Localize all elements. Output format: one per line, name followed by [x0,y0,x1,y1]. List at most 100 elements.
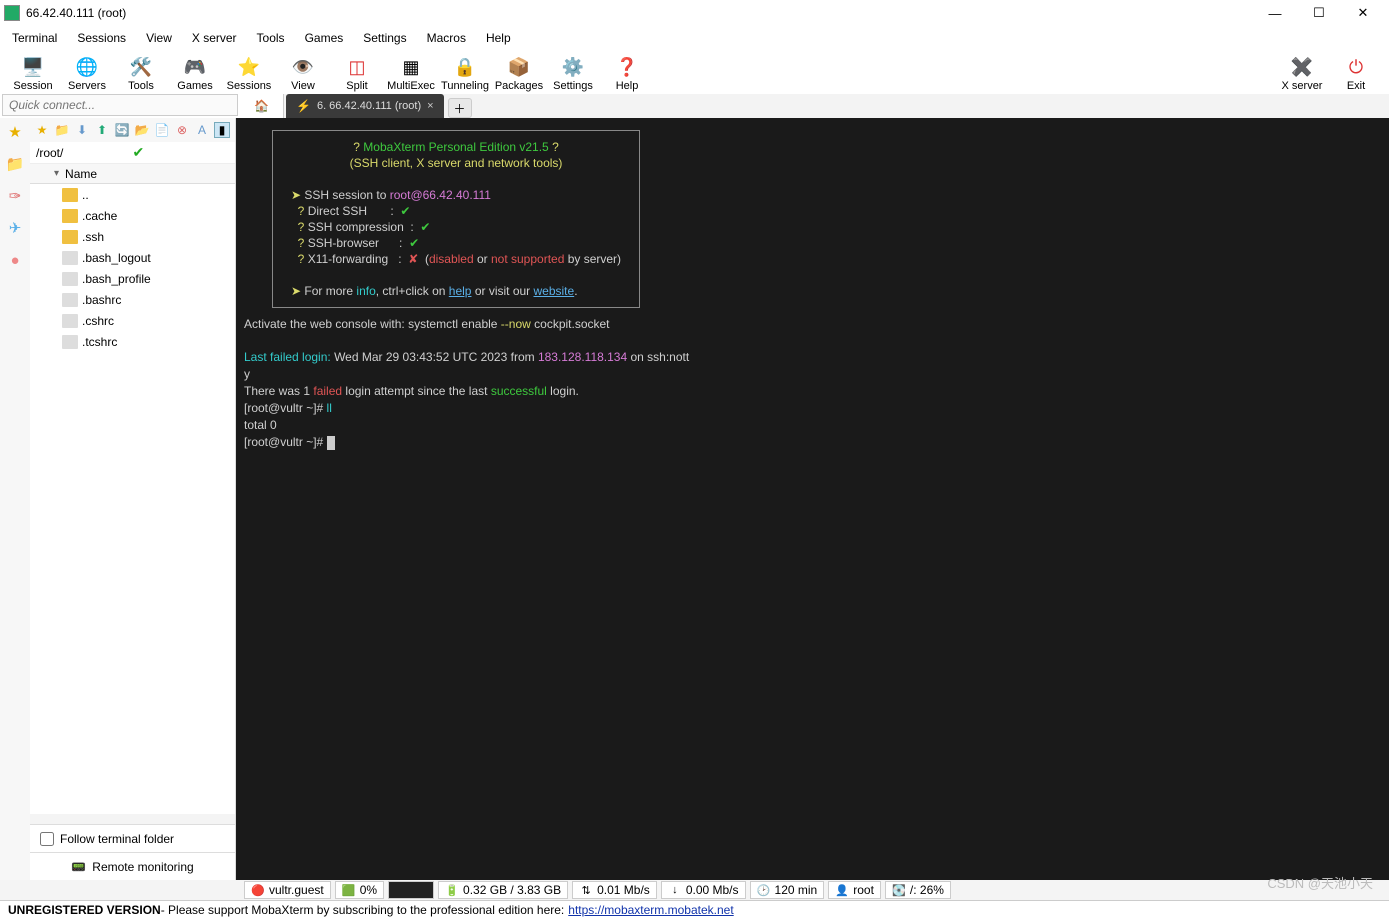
rail-macro-icon[interactable]: ✑ [5,186,25,206]
monitor-icon: 🖥️ [21,55,45,79]
status-disk[interactable]: 💽/: 26% [885,881,951,899]
folder-icon [62,188,78,202]
menu-terminal[interactable]: Terminal [2,28,67,48]
menu-view[interactable]: View [136,28,182,48]
up-icon: ⇅ [579,884,593,896]
sb-toggle-icon[interactable]: ▮ [214,122,230,138]
sidebar-toolbar: ★ 📁 ⬇ ⬆ 🔄 📂 📄 ⊗ A ▮ [30,118,235,142]
terminal[interactable]: ? MobaXterm Personal Edition v21.5 ?(SSH… [236,118,1389,880]
rail-info-icon[interactable]: ● [5,250,25,270]
cpu-icon: 🟩 [342,884,356,896]
clock-icon: 🕑 [757,884,771,896]
sidebar-scrollbar[interactable] [30,814,235,824]
file-item[interactable]: .bashrc [30,289,235,310]
left-rail: ★ 📁 ✑ ✈ ● [0,118,30,880]
sb-upload-icon[interactable]: ⬆ [94,122,110,138]
file-item[interactable]: .bash_profile [30,268,235,289]
collapse-icon[interactable]: ▾ [54,168,59,179]
file-tree: .. .cache .ssh .bash_logout .bash_profil… [30,184,235,814]
footer-text: - Please support MobaXterm by subscribin… [161,903,565,917]
file-item[interactable]: .tcshrc [30,331,235,352]
status-host[interactable]: 🔴vultr.guest [244,881,331,899]
tb-split[interactable]: ◫Split [330,53,384,94]
minimize-button[interactable]: — [1253,0,1297,26]
tab-bar: 🏠 ⚡ 6. 66.42.40.111 (root) × ＋ [240,94,1389,118]
quick-connect [2,94,238,118]
footer-link[interactable]: https://mobaxterm.mobatek.net [568,903,733,917]
globe-icon: 🌐 [75,55,99,79]
file-icon [62,293,78,307]
tb-tools[interactable]: 🛠️Tools [114,53,168,94]
tb-session[interactable]: 🖥️Session [6,53,60,94]
follow-terminal-label: Follow terminal folder [60,832,174,846]
menu-macros[interactable]: Macros [417,28,476,48]
remote-monitoring-button[interactable]: 📟 Remote monitoring [30,852,235,880]
file-item[interactable]: .cache [30,205,235,226]
split-icon: ◫ [345,55,369,79]
tb-tunneling[interactable]: 🔒Tunneling [438,53,492,94]
menu-games[interactable]: Games [295,28,354,48]
down-icon: ↓ [668,884,682,896]
status-uptime[interactable]: 🕑120 min [750,881,825,899]
status-graph[interactable] [388,881,434,899]
tb-help[interactable]: ❓Help [600,53,654,94]
menu-help[interactable]: Help [476,28,521,48]
sb-folder-icon[interactable]: 📁 [54,122,70,138]
folder-icon [62,230,78,244]
status-up[interactable]: ⇅0.01 Mb/s [572,881,657,899]
help-icon: ❓ [615,55,639,79]
tb-games[interactable]: 🎮Games [168,53,222,94]
sb-fav-icon[interactable]: ★ [34,122,50,138]
file-item-parent[interactable]: .. [30,184,235,205]
file-icon [62,251,78,265]
status-mem[interactable]: 🔋0.32 GB / 3.83 GB [438,881,568,899]
tb-servers[interactable]: 🌐Servers [60,53,114,94]
menu-settings[interactable]: Settings [353,28,416,48]
sb-download-icon[interactable]: ⬇ [74,122,90,138]
status-down[interactable]: ↓0.00 Mb/s [661,881,746,899]
file-item[interactable]: .bash_logout [30,247,235,268]
tab-title: 6. 66.42.40.111 (root) [317,100,421,112]
sb-newfile-icon[interactable]: 📄 [154,122,170,138]
file-header[interactable]: ▾ Name [30,164,235,184]
maximize-button[interactable]: ☐ [1297,0,1341,26]
close-button[interactable]: ✕ [1341,0,1385,26]
rail-send-icon[interactable]: ✈ [5,218,25,238]
sb-refresh-icon[interactable]: 🔄 [114,122,130,138]
status-cpu[interactable]: 🟩0% [335,881,384,899]
cursor [327,436,335,450]
file-item[interactable]: .cshrc [30,310,235,331]
tb-multiexec[interactable]: ▦MultiExec [384,53,438,94]
rail-star-icon[interactable]: ★ [5,122,25,142]
follow-terminal-checkbox[interactable] [40,832,54,846]
sb-delete-icon[interactable]: ⊗ [174,122,190,138]
sb-edit-icon[interactable]: A [194,122,210,138]
tb-settings[interactable]: ⚙️Settings [546,53,600,94]
tb-xserver[interactable]: ✖️X server [1275,53,1329,94]
grid-icon: ▦ [399,55,423,79]
menu-tools[interactable]: Tools [247,28,295,48]
path-ok-icon: ✔ [133,144,230,161]
tab-close-icon[interactable]: × [427,100,433,112]
tb-exit[interactable]: ⏻Exit [1329,53,1383,94]
file-item[interactable]: .ssh [30,226,235,247]
app-icon [4,5,20,21]
new-tab-button[interactable]: ＋ [448,98,472,118]
file-icon [62,272,78,286]
tb-sessions[interactable]: ⭐Sessions [222,53,276,94]
tab-home[interactable]: 🏠 [240,94,284,118]
rail-sftp-icon[interactable]: 📁 [5,154,25,174]
menu-sessions[interactable]: Sessions [67,28,136,48]
terminal-pane: ? MobaXterm Personal Edition v21.5 ?(SSH… [236,118,1389,880]
tb-packages[interactable]: 📦Packages [492,53,546,94]
monitor-icon: 📟 [71,860,86,874]
x-icon: ✖️ [1290,55,1314,79]
quick-connect-input[interactable] [2,94,238,116]
status-user[interactable]: 👤root [828,881,881,899]
title-bar: 66.42.40.111 (root) — ☐ ✕ [0,0,1389,26]
tab-session-1[interactable]: ⚡ 6. 66.42.40.111 (root) × [286,94,444,118]
menu-xserver[interactable]: X server [182,28,247,48]
tb-view[interactable]: 👁️View [276,53,330,94]
sb-newfolder-icon[interactable]: 📂 [134,122,150,138]
path-text[interactable]: /root/ [36,146,133,160]
